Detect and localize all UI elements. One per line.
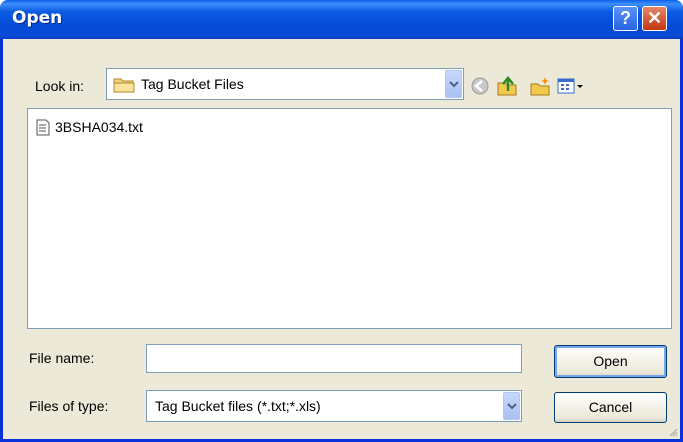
view-menu-icon[interactable]	[556, 75, 586, 97]
files-of-type-dropdown-button[interactable]	[503, 392, 520, 420]
open-dialog: Open ? ✕ Look in: Tag Bucket Files 3BSHA…	[0, 0, 683, 442]
up-folder-icon[interactable]	[496, 75, 518, 97]
file-item-name: 3BSHA034.txt	[55, 119, 143, 135]
look-in-dropdown-button[interactable]	[445, 70, 462, 98]
files-of-type-label: Files of type:	[29, 398, 109, 414]
close-button[interactable]: ✕	[642, 6, 667, 31]
file-name-input[interactable]	[146, 344, 522, 373]
open-button[interactable]: Open	[554, 345, 667, 378]
resize-grip-icon[interactable]	[668, 427, 678, 437]
files-of-type-combo[interactable]: Tag Bucket files (*.txt;*.xls)	[146, 390, 522, 422]
back-icon[interactable]	[469, 75, 491, 97]
look-in-combo[interactable]: Tag Bucket Files	[106, 68, 464, 100]
folder-icon	[113, 78, 135, 93]
title-bar[interactable]: Open ? ✕	[0, 0, 683, 39]
text-file-icon	[36, 119, 50, 135]
file-list[interactable]: 3BSHA034.txt	[27, 108, 672, 329]
cancel-button[interactable]: Cancel	[554, 392, 667, 423]
chevron-down-icon	[507, 403, 517, 410]
look-in-label: Look in:	[35, 78, 85, 94]
file-name-label: File name:	[29, 350, 95, 366]
file-item[interactable]: 3BSHA034.txt	[36, 118, 143, 136]
chevron-down-icon	[449, 81, 459, 88]
help-button[interactable]: ?	[613, 6, 638, 31]
look-in-value: Tag Bucket Files	[141, 76, 244, 92]
window-title: Open	[12, 8, 63, 28]
files-of-type-value: Tag Bucket files (*.txt;*.xls)	[155, 398, 321, 414]
new-folder-icon[interactable]	[529, 75, 551, 97]
